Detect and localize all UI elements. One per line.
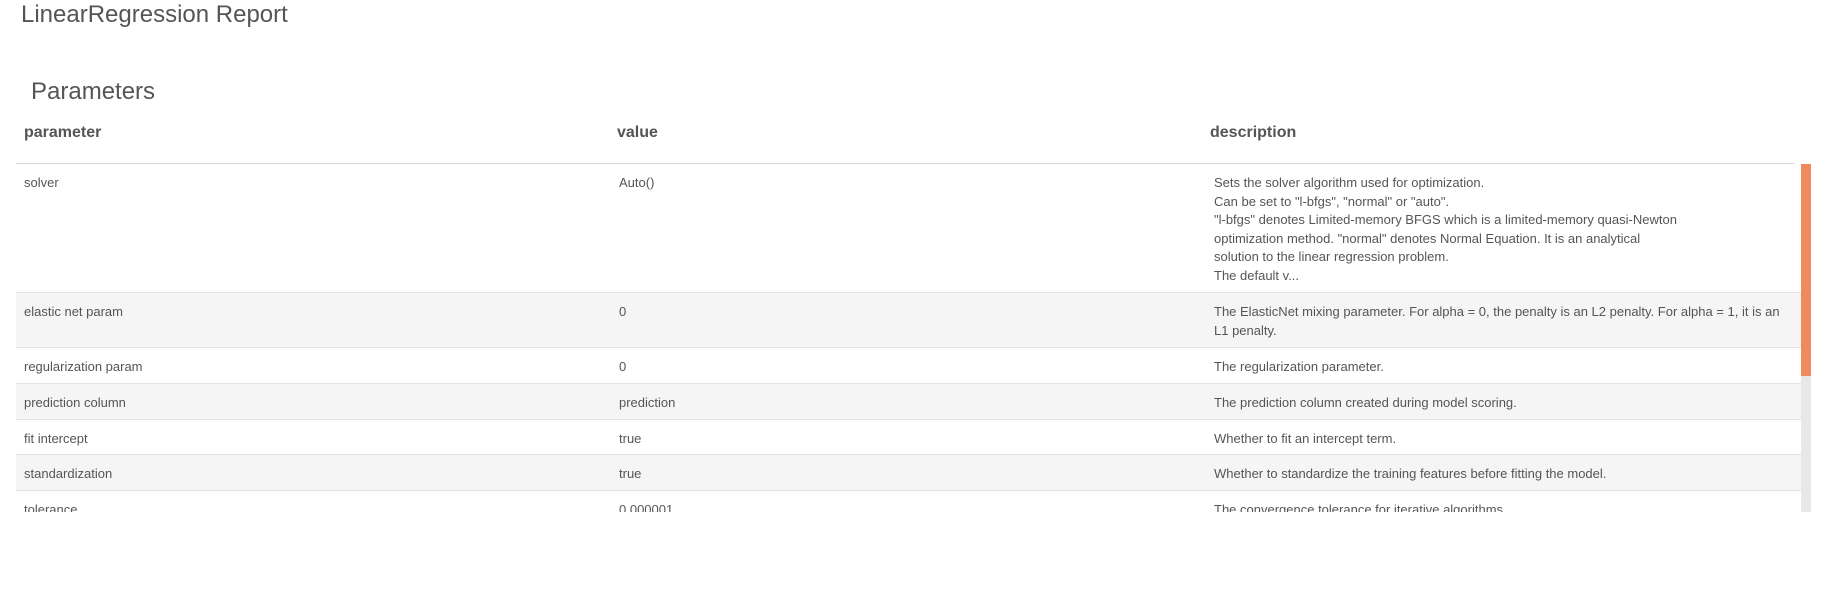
cell-value: true xyxy=(619,431,642,446)
table-row: regularization param 0 The regularizatio… xyxy=(16,348,1802,384)
table-scrollbar[interactable] xyxy=(1801,164,1811,512)
table-row: elastic net param 0 The ElasticNet mixin… xyxy=(16,293,1802,348)
cell-description: Whether to fit an intercept term. xyxy=(1214,431,1397,446)
cell-description: Whether to standardize the training feat… xyxy=(1214,466,1607,481)
table-row: tolerance 0.000001 The convergence toler… xyxy=(16,491,1802,512)
cell-description: The convergence tolerance for iterative … xyxy=(1214,502,1507,512)
cell-value: true xyxy=(619,466,642,481)
cell-parameter: standardization xyxy=(24,466,113,481)
cell-parameter: solver xyxy=(24,175,59,190)
table-header: parameter value description xyxy=(16,117,1794,165)
cell-parameter: elastic net param xyxy=(24,304,123,319)
table-row: prediction column prediction The predict… xyxy=(16,384,1802,420)
cell-value: 0 xyxy=(619,359,627,374)
cell-value: 0.000001 xyxy=(619,502,674,512)
cell-description: The regularization parameter. xyxy=(1214,359,1384,374)
table-body[interactable]: solver Auto() Sets the solver algorithm … xyxy=(16,164,1802,512)
cell-value: prediction xyxy=(619,395,676,410)
cell-description: The ElasticNet mixing parameter. For alp… xyxy=(1214,304,1780,338)
cell-description: The prediction column created during mod… xyxy=(1214,395,1517,410)
cell-parameter: fit intercept xyxy=(24,431,88,446)
column-header-description[interactable]: description xyxy=(1210,117,1296,149)
table-row: solver Auto() Sets the solver algorithm … xyxy=(16,164,1802,293)
cell-parameter: prediction column xyxy=(24,395,126,410)
cell-parameter: tolerance xyxy=(24,502,78,512)
column-header-value[interactable]: value xyxy=(617,117,658,149)
table-row: standardization true Whether to standard… xyxy=(16,455,1802,491)
scrollbar-thumb[interactable] xyxy=(1801,164,1811,376)
column-header-parameter[interactable]: parameter xyxy=(24,117,101,149)
cell-value: Auto() xyxy=(619,175,655,190)
cell-description: Sets the solver algorithm used for optim… xyxy=(1214,175,1677,283)
cell-value: 0 xyxy=(619,304,627,319)
table-row: fit intercept true Whether to fit an int… xyxy=(16,420,1802,455)
report-title: LinearRegression Report xyxy=(21,1,288,28)
section-title-parameters: Parameters xyxy=(31,78,156,105)
cell-parameter: regularization param xyxy=(24,359,143,374)
